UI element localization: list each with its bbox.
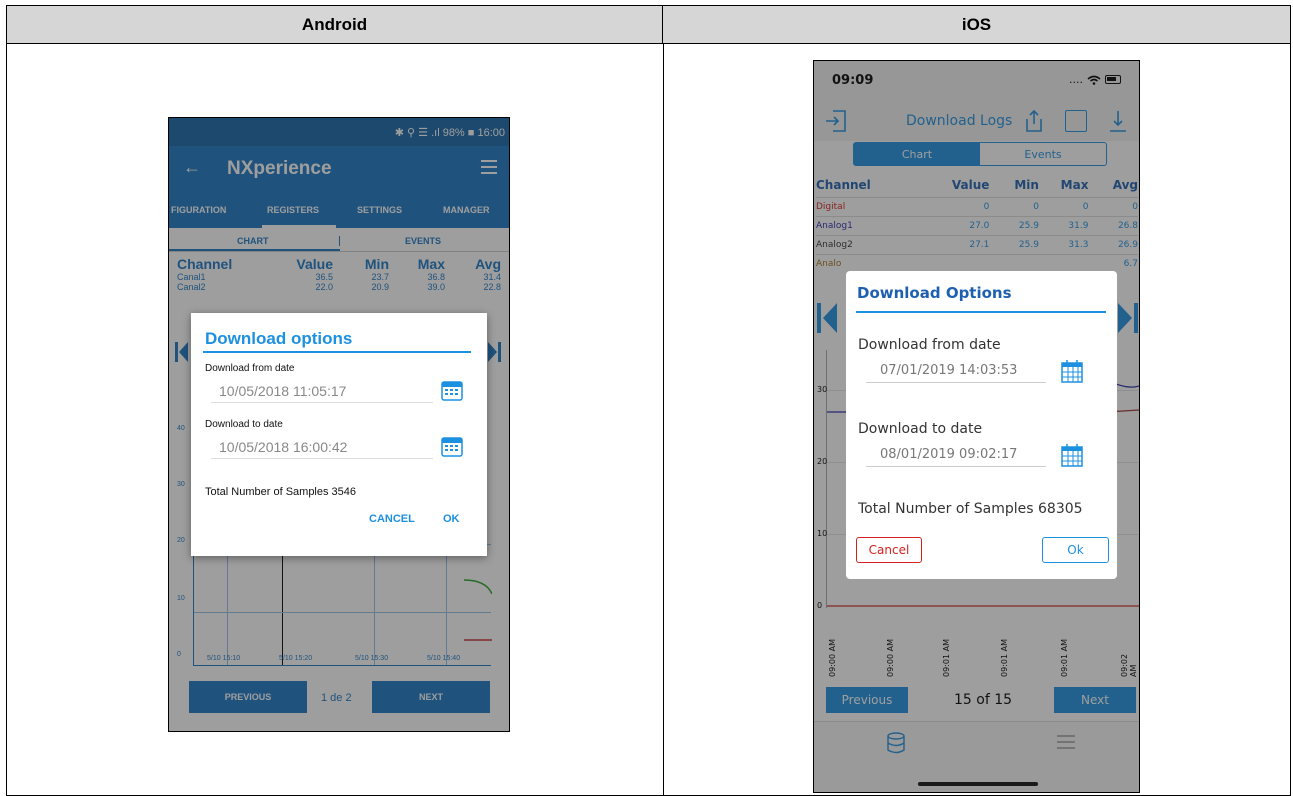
ios-download-dialog: Download Options Download from date 07/0… — [846, 271, 1117, 579]
to-date-label: Download to date — [858, 421, 983, 437]
to-date-label: Download to date — [205, 419, 283, 430]
android-column-header: Android — [7, 6, 663, 44]
ok-button[interactable]: Ok — [1042, 537, 1109, 563]
dialog-title-rule — [856, 311, 1106, 313]
cancel-button[interactable]: CANCEL — [369, 513, 415, 525]
android-screenshot: ✱ ⚲ ☰ .ıl 98% ■ 16:00 ← NXperience FIGUR… — [168, 117, 510, 732]
ios-column-header: iOS — [663, 6, 1290, 44]
to-date-field[interactable]: 08/01/2019 09:02:17 — [866, 445, 1046, 467]
calendar-icon[interactable] — [1061, 359, 1083, 383]
ok-button[interactable]: OK — [443, 513, 460, 525]
from-date-label: Download from date — [858, 337, 1001, 353]
to-date-field[interactable]: 10/05/2018 16:00:42 — [211, 437, 433, 459]
ios-screenshot: 09:09 .... Download Logs Chart Events Ch… — [813, 60, 1140, 793]
dialog-title-rule — [203, 351, 471, 353]
total-samples: Total Number of Samples 68305 — [858, 501, 1083, 517]
calendar-icon[interactable] — [441, 435, 463, 457]
calendar-icon[interactable] — [441, 379, 463, 401]
dialog-title: Download Options — [857, 284, 1012, 302]
android-download-dialog: Download options Download from date 10/0… — [191, 313, 487, 556]
from-date-field[interactable]: 10/05/2018 11:05:17 — [211, 381, 433, 403]
from-date-label: Download from date — [205, 363, 295, 374]
total-samples: Total Number of Samples 3546 — [205, 486, 357, 498]
calendar-icon[interactable] — [1061, 443, 1083, 467]
cancel-button[interactable]: Cancel — [856, 537, 922, 563]
from-date-field[interactable]: 07/01/2019 14:03:53 — [866, 361, 1046, 383]
column-divider — [663, 44, 664, 796]
dialog-title: Download options — [205, 329, 353, 348]
